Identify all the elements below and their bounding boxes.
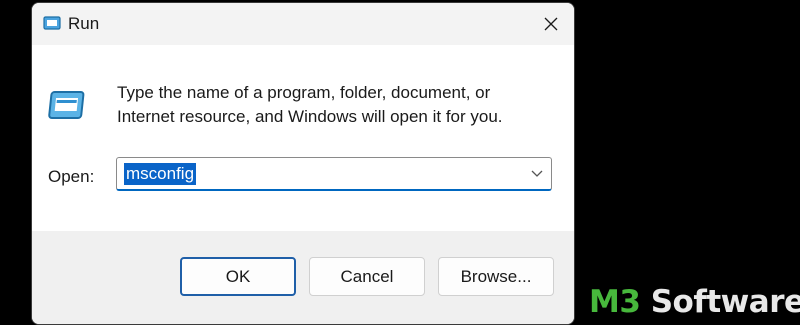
chevron-down-icon[interactable]	[531, 168, 543, 178]
run-icon	[43, 16, 61, 30]
close-button[interactable]	[528, 3, 574, 45]
watermark-suffix: Software	[640, 284, 800, 320]
open-combobox[interactable]: msconfig	[116, 157, 552, 191]
run-dialog: Run Type the name of a program, folder, …	[32, 3, 574, 324]
open-label: Open:	[48, 167, 95, 186]
screen: Run Type the name of a program, folder, …	[0, 0, 800, 325]
title-bar[interactable]: Run	[32, 3, 574, 45]
dialog-body: Type the name of a program, folder, docu…	[32, 45, 574, 231]
watermark-prefix: M3	[589, 284, 641, 320]
watermark-logo: M3 Software	[589, 284, 800, 320]
button-bar: OK Cancel Browse...	[32, 231, 574, 324]
description-text: Type the name of a program, folder, docu…	[117, 83, 503, 126]
cancel-button[interactable]: Cancel	[309, 257, 425, 296]
window-title: Run	[68, 14, 100, 33]
close-icon	[544, 17, 558, 31]
run-large-icon	[48, 91, 85, 119]
browse-button[interactable]: Browse...	[438, 257, 554, 296]
ok-button[interactable]: OK	[180, 257, 296, 296]
open-input-value[interactable]: msconfig	[124, 163, 197, 185]
